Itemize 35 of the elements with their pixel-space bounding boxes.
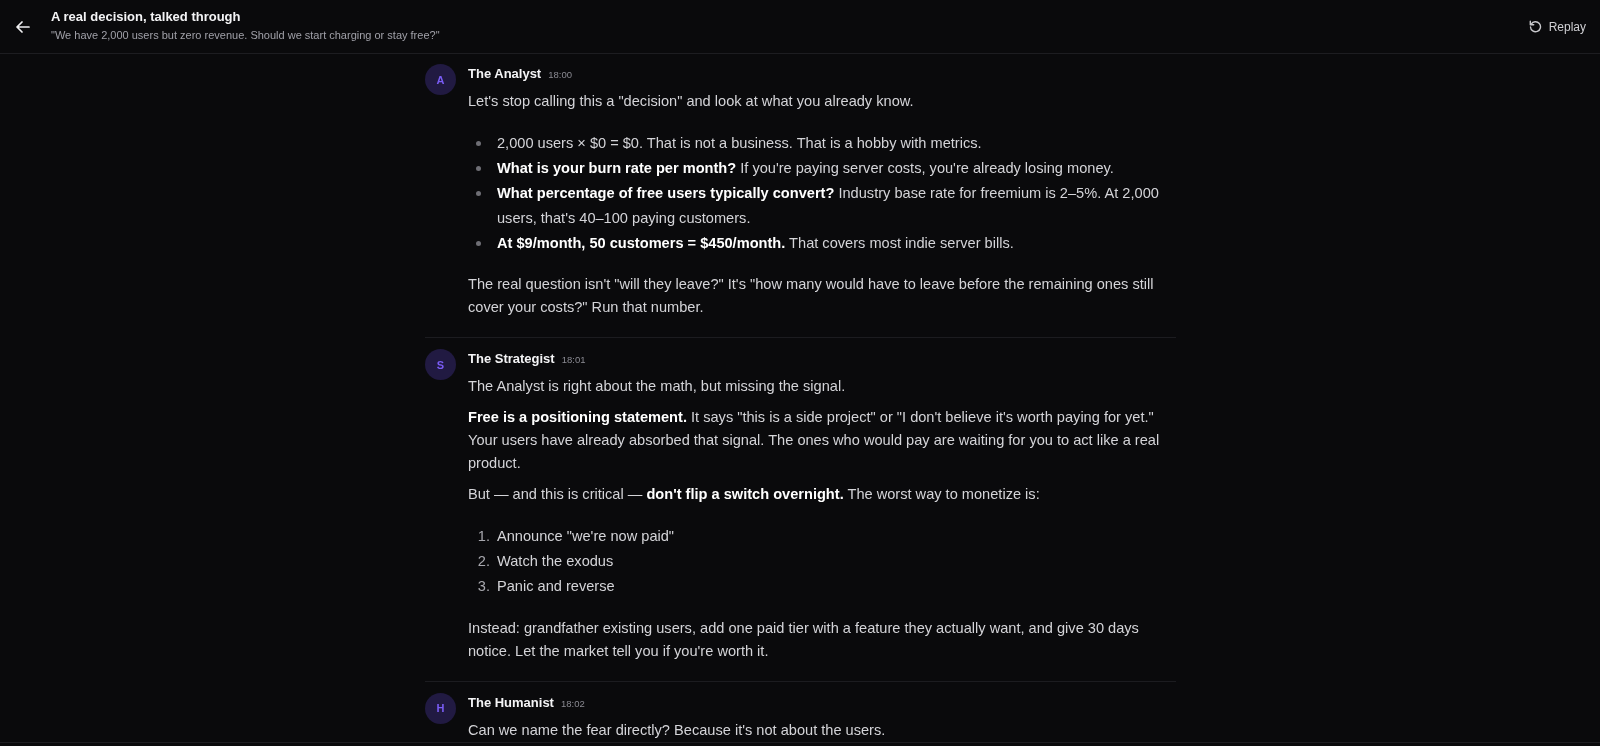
list-item-text: At $9/month, 50 customers = $450/month. That covers most indie server bills. bbox=[497, 233, 1015, 253]
message-time: 18:01 bbox=[561, 353, 586, 368]
arrow-left-icon bbox=[16, 20, 30, 33]
author-avatar: H bbox=[425, 692, 456, 724]
conversation-subtitle: "We have 2,000 users but zero revenue. Should we start charging or stay free?" bbox=[51, 27, 440, 42]
author-avatar: A bbox=[425, 64, 456, 95]
list-item-text: What is your burn rate per month? If you're paying server costs, you're already losing money. bbox=[497, 159, 1115, 179]
message-paragraph: The real question isn't "will they leave?" It's "how many would have to leave before the remaining ones still cover your costs?" Run that number. bbox=[468, 275, 1155, 318]
bullet-icon bbox=[476, 240, 481, 246]
author-name: The Humanist bbox=[468, 693, 554, 712]
message-paragraph: Can we name the fear directly? Because it's not about the users. bbox=[468, 720, 887, 740]
list-item-text: Panic and reverse bbox=[497, 577, 616, 597]
list-item-text: What percentage of free users typically convert? Industry base rate for freemium is 2–5%. At 2,000 users, that's 40–100 paying customers. bbox=[497, 184, 1160, 228]
author-avatar: S bbox=[425, 349, 456, 381]
message-paragraph: Free is a positioning statement. It says "this is a side project" or "I don't believe it's worth paying for yet." Your users have already absorbed that signal. The ones who would pay are waiting for you to act like a real product. bbox=[468, 408, 1161, 474]
list-item-text: Announce "we're now paid" bbox=[497, 527, 676, 547]
replay-icon bbox=[1528, 20, 1542, 33]
list-item-text: 2,000 users × $0 = $0. That is not a business. That is a hobby with metrics. bbox=[497, 134, 983, 153]
replay-button[interactable]: Replay bbox=[1524, 15, 1590, 38]
list-number: 2. bbox=[477, 552, 490, 572]
conversation-title: A real decision, talked through bbox=[51, 8, 241, 25]
message-time: 18:02 bbox=[560, 696, 585, 711]
bullet-icon bbox=[476, 190, 481, 196]
list-item-text: Watch the exodus bbox=[497, 552, 615, 572]
list-number: 1. bbox=[477, 527, 490, 547]
message-paragraph: The Analyst is right about the math, but missing the signal. bbox=[468, 377, 847, 397]
bullet-icon bbox=[476, 140, 481, 146]
author-name: The Strategist bbox=[468, 350, 555, 369]
list-number: 3. bbox=[477, 577, 490, 597]
message-paragraph: Let's stop calling this a "decision" and look at what you already know. bbox=[468, 92, 915, 111]
bullet-icon bbox=[476, 165, 481, 171]
author-name: The Analyst bbox=[468, 65, 542, 83]
message-paragraph: Instead: grandfather existing users, add one paid tier with a feature they actually want, and give 30 days notice. Let the market tell you if you're worth it. bbox=[468, 618, 1140, 661]
message-paragraph: But — and this is critical — don't flip a switch overnight. The worst way to monetize is: bbox=[468, 485, 1041, 505]
message-time: 18:00 bbox=[548, 68, 572, 82]
